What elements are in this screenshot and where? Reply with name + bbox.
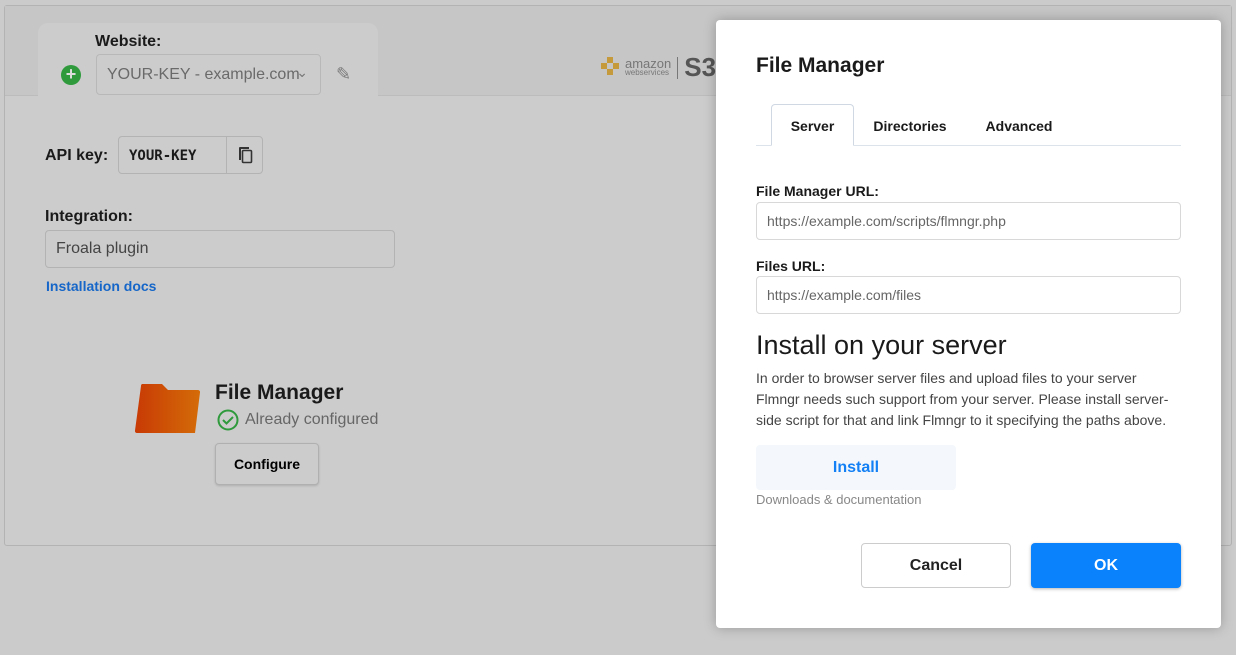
website-selected: YOUR-KEY - example.com [107, 66, 300, 83]
fm-url-input[interactable]: https://example.com/scripts/flmngr.php [756, 202, 1181, 240]
install-button[interactable]: Install [756, 445, 956, 490]
tab-directories[interactable]: Directories [864, 104, 956, 146]
folder-icon [135, 384, 201, 434]
installation-docs-link[interactable]: Installation docs [46, 278, 156, 294]
status-text: Already configured [245, 411, 379, 428]
file-manager-dialog: File Manager Server Directories Advanced… [716, 20, 1221, 628]
dialog-title: File Manager [756, 54, 885, 77]
file-manager-title: File Manager [215, 381, 344, 404]
api-key-value: YOUR-KEY [129, 148, 197, 164]
install-heading: Install on your server [756, 330, 1007, 360]
tab-advanced[interactable]: Advanced [971, 104, 1067, 146]
integration-field[interactable]: Froala plugin [45, 230, 395, 268]
aws-s3-logo: amazon webservices S3 [599, 52, 716, 83]
website-label: Website: [95, 33, 162, 50]
api-key-box: YOUR-KEY [118, 136, 263, 174]
api-key-label: API key: [45, 147, 109, 164]
ok-button[interactable]: OK [1031, 543, 1181, 588]
cancel-button[interactable]: Cancel [861, 543, 1011, 588]
integration-label: Integration: [45, 208, 133, 225]
configure-button[interactable]: Configure [215, 443, 319, 485]
aws-cubes-icon [601, 56, 619, 75]
aws-text: amazon webservices [625, 55, 672, 77]
website-select[interactable]: YOUR-KEY - example.com ⌄ [96, 54, 321, 95]
tab-bar: Server Directories Advanced [756, 104, 1181, 146]
copy-icon[interactable] [226, 137, 262, 173]
tab-server[interactable]: Server [771, 104, 854, 146]
pencil-icon[interactable]: ✎ [336, 64, 351, 85]
files-url-label: Files URL: [756, 258, 826, 274]
install-subtext: Downloads & documentation [756, 492, 922, 507]
check-circle-icon [217, 409, 239, 431]
plus-circle-icon[interactable]: + [61, 65, 81, 85]
chevron-down-icon: ⌄ [296, 64, 308, 80]
install-description: In order to browser server files and upl… [756, 370, 1169, 428]
fm-url-label: File Manager URL: [756, 183, 879, 199]
files-url-input[interactable]: https://example.com/files [756, 276, 1181, 314]
s3-text: S3 [684, 52, 717, 82]
status: Already configured [217, 409, 378, 431]
